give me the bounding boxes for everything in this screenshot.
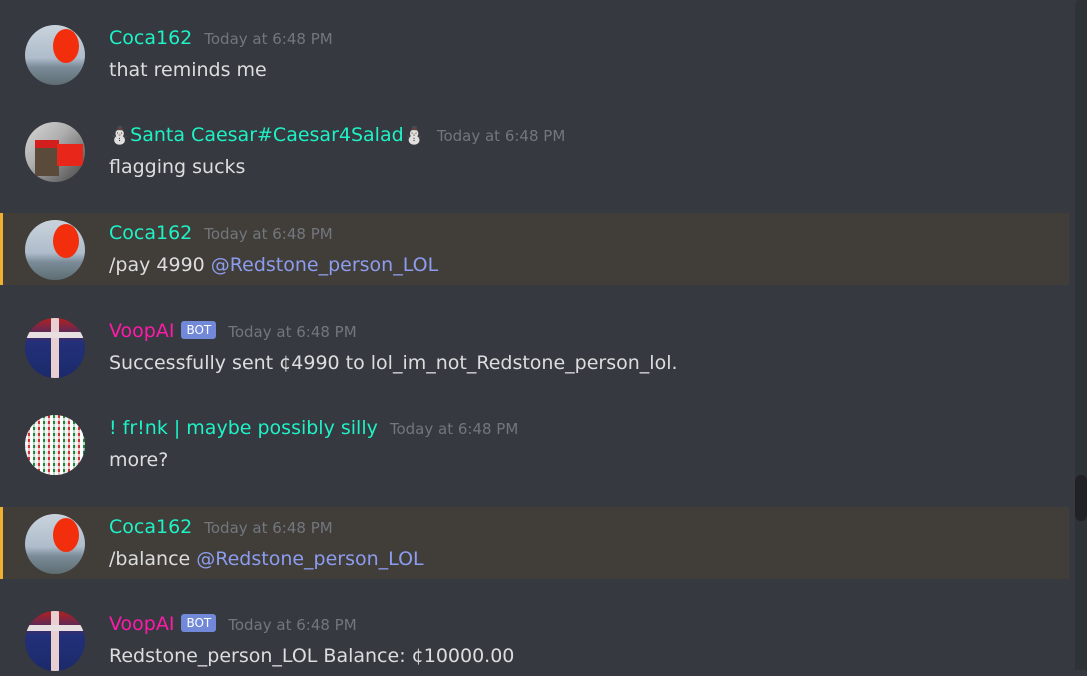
message-text: Successfully sent ¢4990 to lol_im_not_Re… (109, 352, 678, 374)
message-content: Redstone_person_LOL Balance: ¢10000.00 (109, 645, 514, 667)
message: ! fr!nk | maybe possibly silly Today at 6… (0, 408, 1069, 480)
message: Coca162 Today at 6:48 PM that reminds me (0, 18, 1069, 90)
author-name[interactable]: VoopAI (109, 613, 174, 635)
message-text: flagging sucks (109, 156, 246, 178)
avatar[interactable] (25, 25, 85, 85)
message-text: Redstone_person_LOL Balance: ¢10000.00 (109, 645, 515, 667)
user-mention[interactable]: @Redstone_person_LOL (211, 254, 438, 276)
author-name[interactable]: Coca162 (109, 516, 192, 538)
message-text: that reminds me (109, 59, 267, 81)
timestamp[interactable]: Today at 6:48 PM (390, 420, 518, 438)
timestamp[interactable]: Today at 6:48 PM (204, 225, 332, 243)
message-content: flagging sucks (109, 156, 245, 178)
bot-badge: BOT (181, 614, 217, 632)
author-name[interactable]: Coca162 (109, 27, 192, 49)
avatar[interactable] (25, 611, 85, 671)
snowman-icon: ⛄ (109, 126, 131, 146)
message-header: ! fr!nk | maybe possibly silly Today at 6… (109, 417, 518, 439)
author-name[interactable]: VoopAI (109, 320, 174, 342)
message-content: that reminds me (109, 59, 267, 81)
message-text: more? (109, 449, 169, 471)
message-header: Coca162 Today at 6:48 PM (109, 516, 333, 538)
avatar[interactable] (25, 220, 85, 280)
avatar[interactable] (25, 415, 85, 475)
snowman-icon: ⛄ (403, 126, 425, 146)
message-content: /pay 4990 @Redstone_person_LOL (109, 254, 438, 276)
message: VoopAI BOT Today at 6:48 PM Successfully se… (0, 311, 1069, 383)
message-header: VoopAI BOT Today at 6:48 PM (109, 613, 357, 635)
message-header: ⛄ Santa Caesar#Caesar4Salad ⛄ Today at 6:48… (109, 124, 565, 146)
timestamp[interactable]: Today at 6:48 PM (228, 323, 356, 341)
message-text: /pay 4990 (109, 254, 211, 276)
author-name[interactable]: Santa Caesar#Caesar4Salad (130, 124, 403, 146)
message-content: Successfully sent ¢4990 to lol_im_not_Re… (109, 352, 678, 374)
scrollbar-thumb[interactable] (1075, 475, 1087, 521)
message-header: Coca162 Today at 6:48 PM (109, 222, 333, 244)
avatar[interactable] (25, 122, 85, 182)
message: VoopAI BOT Today at 6:48 PM Redstone_person… (0, 604, 1069, 676)
author-name[interactable]: Coca162 (109, 222, 192, 244)
author-name[interactable]: ! fr!nk | maybe possibly silly (109, 417, 378, 439)
avatar[interactable] (25, 318, 85, 378)
message-header: VoopAI BOT Today at 6:48 PM (109, 320, 357, 342)
user-mention[interactable]: @Redstone_person_LOL (196, 548, 423, 570)
timestamp[interactable]: Today at 6:48 PM (204, 519, 332, 537)
scrollbar-track[interactable] (1075, 0, 1087, 670)
message: Coca162 Today at 6:48 PM/balance @Redston… (0, 507, 1069, 579)
message: ⛄ Santa Caesar#Caesar4Salad ⛄ Today at 6:48… (0, 115, 1069, 187)
timestamp[interactable]: Today at 6:48 PM (204, 30, 332, 48)
message-header: Coca162 Today at 6:48 PM (109, 27, 333, 49)
avatar[interactable] (25, 514, 85, 574)
timestamp[interactable]: Today at 6:48 PM (228, 616, 356, 634)
message: Coca162 Today at 6:48 PM/pay 4990 @Redsto… (0, 213, 1069, 285)
bot-badge: BOT (181, 321, 217, 339)
message-text: /balance (109, 548, 197, 570)
message-content: /balance @Redstone_person_LOL (109, 548, 424, 570)
timestamp[interactable]: Today at 6:48 PM (437, 127, 565, 145)
message-content: more? (109, 449, 168, 471)
